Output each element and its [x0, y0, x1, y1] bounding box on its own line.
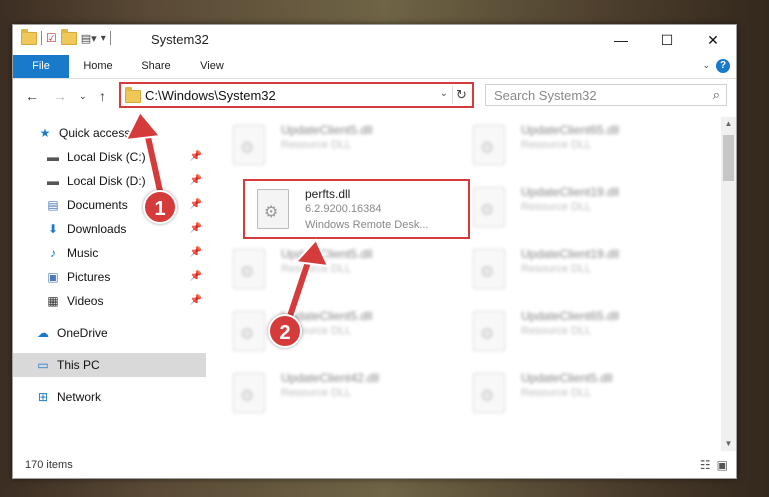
close-button[interactable]: ✕ [690, 25, 736, 55]
list-item[interactable]: UpdateClient42.dll Resource DLL [219, 365, 449, 421]
list-item[interactable]: UpdateClient65.dll Resource DLL [459, 117, 689, 173]
search-box[interactable]: Search System32 ⌕ [485, 84, 727, 106]
nav-onedrive[interactable]: ☁ OneDrive [13, 321, 206, 345]
status-bar: 170 items ☷ ▣ [13, 452, 736, 478]
list-item[interactable]: UpdateClient19.dll Resource DLL [459, 179, 689, 235]
drive-icon: ▬ [47, 174, 59, 188]
file-version: 6.2.9200.16384 [305, 203, 382, 215]
address-bar[interactable]: C:\Windows\System32 ⌄ ↻ [119, 82, 474, 108]
dll-file-icon [233, 311, 265, 351]
address-path[interactable]: C:\Windows\System32 [145, 88, 276, 103]
forward-arrow-icon[interactable]: → [53, 88, 67, 104]
dll-file-icon [473, 249, 505, 289]
nav-pictures[interactable]: ▣ Pictures 📌 [13, 265, 206, 289]
dll-file-icon [233, 125, 265, 165]
nav-local-disk-d[interactable]: ▬ Local Disk (D:) 📌 [13, 169, 206, 193]
address-dropdown-icon[interactable]: ⌄ [440, 88, 448, 99]
nav-music[interactable]: ♪ Music 📌 [13, 241, 206, 265]
callout-badge-2: 2 [268, 314, 302, 348]
pin-icon: 📌 [189, 223, 202, 234]
dll-file-icon [233, 373, 265, 413]
navigation-bar: ← → ⌄ ↑ C:\Windows\System32 ⌄ ↻ Search S… [13, 81, 736, 113]
drive-icon: ▬ [47, 150, 59, 164]
new-folder-icon[interactable] [60, 28, 77, 45]
pin-icon: 📌 [189, 247, 202, 258]
dll-file-icon [473, 125, 505, 165]
highlighted-file-perfts[interactable]: perfts.dll 6.2.9200.16384 Windows Remote… [243, 179, 470, 239]
nav-local-disk-c[interactable]: ▬ Local Disk (C:) 📌 [13, 145, 206, 169]
tab-share[interactable]: Share [133, 55, 179, 78]
download-icon: ⬇ [47, 222, 59, 236]
quick-access-toolbar: ☑ ▤▾ ▾ [21, 28, 111, 45]
customize-icon[interactable]: ▤▾ [81, 32, 97, 45]
separator [109, 31, 111, 45]
properties-icon[interactable]: ☑ [46, 31, 57, 45]
window-title: System32 [151, 32, 209, 47]
vertical-scrollbar[interactable]: ▲ ▼ [721, 117, 736, 451]
minimize-button[interactable]: — [598, 25, 644, 55]
qat-dropdown-icon[interactable]: ▾ [101, 33, 106, 44]
document-icon: ▤ [47, 198, 59, 212]
separator [41, 31, 42, 45]
dll-file-icon [473, 311, 505, 351]
pictures-icon: ▣ [47, 270, 59, 284]
nav-this-pc[interactable]: ▭ This PC [13, 353, 206, 377]
navigation-pane: ★ Quick access ▬ Local Disk (C:) 📌 ▬ Loc… [13, 117, 206, 457]
dll-file-icon [257, 189, 289, 229]
scroll-thumb[interactable] [723, 135, 734, 181]
file-description: Windows Remote Desk... [305, 219, 429, 231]
tab-home[interactable]: Home [75, 55, 121, 78]
recent-locations-icon[interactable]: ⌄ [79, 91, 87, 102]
nav-network[interactable]: ⊞ Network [13, 385, 206, 409]
list-item[interactable]: UpdateClient5.dll Resource DLL [459, 365, 689, 421]
help-icon[interactable]: ? [716, 59, 730, 73]
pin-icon: 📌 [189, 199, 202, 210]
dll-file-icon [233, 249, 265, 289]
scroll-up-icon[interactable]: ▲ [721, 117, 736, 131]
file-name: perfts.dll [305, 187, 351, 201]
search-icon[interactable]: ⌕ [713, 87, 720, 103]
dll-file-icon [473, 187, 505, 227]
large-icons-view-icon[interactable]: ▣ [717, 458, 728, 472]
pin-icon: 📌 [189, 175, 202, 186]
scroll-down-icon[interactable]: ▼ [721, 437, 736, 451]
explorer-window: ☑ ▤▾ ▾ System32 — ☐ ✕ File Home Share Vi… [12, 24, 737, 479]
ribbon: File Home Share View ⌄ ? [13, 55, 736, 79]
computer-icon: ▭ [37, 358, 49, 372]
list-item[interactable]: UpdateClient5.dll Resource DLL [219, 117, 449, 173]
cloud-icon: ☁ [37, 326, 49, 340]
item-count: 170 items [25, 459, 73, 471]
title-bar: ☑ ▤▾ ▾ System32 — ☐ ✕ [13, 25, 736, 55]
pin-icon: 📌 [189, 271, 202, 282]
network-icon: ⊞ [37, 390, 49, 404]
callout-badge-1: 1 [143, 190, 177, 224]
file-list: UpdateClient5.dll Resource DLL perfts.dl… [219, 117, 724, 447]
up-arrow-icon[interactable]: ↑ [99, 88, 106, 104]
refresh-icon[interactable]: ↻ [452, 86, 470, 104]
tab-view[interactable]: View [189, 55, 235, 78]
list-item[interactable]: UpdateClient65.dll Resource DLL [459, 303, 689, 359]
dll-file-icon [473, 373, 505, 413]
nav-downloads[interactable]: ⬇ Downloads 📌 [13, 217, 206, 241]
pin-icon: 📌 [189, 151, 202, 162]
folder-icon [125, 87, 141, 103]
list-item[interactable]: UpdateClient5.dll Resource DLL [219, 241, 449, 297]
back-arrow-icon[interactable]: ← [25, 88, 39, 104]
list-item[interactable]: UpdateClient19.dll Resource DLL [459, 241, 689, 297]
nav-videos[interactable]: ▦ Videos 📌 [13, 289, 206, 313]
folder-icon[interactable] [21, 28, 37, 45]
pin-icon: 📌 [189, 295, 202, 306]
search-placeholder[interactable]: Search System32 [494, 88, 597, 103]
expand-ribbon-icon[interactable]: ⌄ [702, 60, 710, 71]
maximize-button[interactable]: ☐ [644, 25, 690, 55]
video-icon: ▦ [47, 294, 59, 308]
music-icon: ♪ [50, 246, 56, 260]
tab-file[interactable]: File [13, 55, 69, 78]
list-item[interactable]: UpdateClient5.dll Resource DLL [219, 303, 449, 359]
nav-quick-access[interactable]: ★ Quick access [13, 121, 206, 145]
details-view-icon[interactable]: ☷ [700, 458, 711, 472]
star-icon: ★ [39, 126, 51, 140]
nav-documents[interactable]: ▤ Documents 📌 [13, 193, 206, 217]
